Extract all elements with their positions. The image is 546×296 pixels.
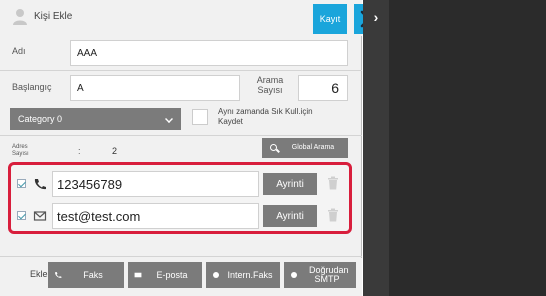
global-search-label: Global Arama (291, 144, 335, 151)
chevron-down-icon (165, 115, 173, 123)
frequent-label: Aynı zamanda Sık Kull.için Kaydet (218, 107, 313, 126)
contact-form-panel: Kişi Ekle Kayıt Adı AAA Başlangıç A Aram… (0, 0, 384, 296)
category-value: Category 0 (18, 114, 63, 124)
address-input[interactable]: 123456789 (52, 171, 259, 197)
preview-area: › (363, 0, 546, 296)
chevron-right-icon: › (373, 9, 379, 25)
name-field[interactable]: AAA (70, 40, 348, 66)
phone-icon (55, 272, 62, 278)
address-row: test@test.com Ayrinti (11, 201, 349, 231)
address-count-colon: : (78, 146, 81, 156)
add-email-label: E-posta (156, 269, 188, 280)
address-checkbox[interactable] (17, 211, 26, 220)
page-title: Kişi Ekle (34, 11, 73, 22)
add-bar: Ekle Faks E-posta Intern.Faks Doğrudan S… (0, 258, 362, 296)
phone-icon (34, 179, 46, 190)
address-count-value: 2 (112, 146, 118, 156)
add-label: Ekle (30, 269, 48, 279)
add-fax-label: Faks (83, 269, 103, 280)
add-internet-fax-label: Intern.Faks (227, 269, 273, 280)
address-row: 123456789 Ayrinti (11, 169, 349, 199)
trash-icon[interactable] (327, 176, 339, 190)
search-icon (270, 144, 277, 151)
name-label: Adı (12, 46, 26, 56)
frequent-checkbox[interactable] (192, 109, 208, 125)
dot-icon (291, 272, 297, 278)
add-fax-button[interactable]: Faks (48, 262, 124, 288)
detail-button[interactable]: Ayrinti (263, 205, 317, 227)
address-list: 123456789 Ayrinti test@test.com Ayrinti (8, 162, 352, 234)
category-select[interactable]: Category 0 (10, 108, 181, 130)
address-count-label: Adres Sayısı (12, 144, 29, 157)
save-button[interactable]: Kayıt (313, 4, 347, 34)
global-search-button[interactable]: Global Arama (262, 138, 348, 158)
envelope-icon (33, 211, 47, 221)
search-count-label: Arama Sayısı (256, 75, 284, 95)
address-input[interactable]: test@test.com (52, 203, 259, 229)
add-internet-fax-button[interactable]: Intern.Faks (206, 262, 280, 288)
address-checkbox[interactable] (17, 179, 26, 188)
add-direct-smtp-button[interactable]: Doğrudan SMTP (284, 262, 356, 288)
trash-icon[interactable] (327, 208, 339, 222)
dot-icon (213, 272, 219, 278)
preview-content (389, 0, 546, 296)
person-icon (13, 9, 27, 25)
search-count-field[interactable]: 6 (298, 75, 348, 101)
detail-button[interactable]: Ayrinti (263, 173, 317, 195)
header-bar: Kişi Ekle Kayıt (0, 0, 384, 36)
divider (0, 135, 362, 136)
envelope-icon (134, 272, 142, 278)
initial-field[interactable]: A (70, 75, 240, 101)
divider (0, 256, 362, 257)
side-handle[interactable]: › (363, 0, 389, 296)
initial-label: Başlangıç (12, 82, 52, 92)
add-direct-smtp-label: Doğrudan SMTP (309, 265, 349, 284)
divider (0, 70, 362, 71)
add-email-button[interactable]: E-posta (128, 262, 202, 288)
